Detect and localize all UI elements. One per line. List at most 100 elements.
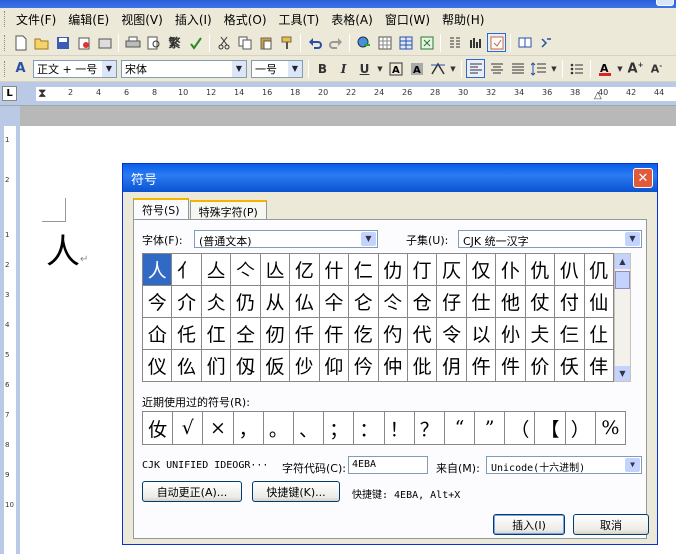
drawing-icon[interactable] [466, 33, 485, 52]
recent-symbol-cell[interactable]: 【 [535, 412, 566, 444]
bullets-icon[interactable] [567, 59, 586, 78]
symbol-cell[interactable]: 仓 [407, 286, 438, 318]
tab-special-characters[interactable]: 特殊字符(P) [189, 200, 267, 219]
symbol-cell[interactable]: 亽 [231, 254, 261, 286]
insert-excel-icon[interactable] [417, 33, 436, 52]
menu-tools[interactable]: 工具(T) [273, 9, 326, 30]
recent-symbol-cell[interactable]: % [596, 412, 625, 444]
symbol-cell[interactable]: 仦 [496, 318, 526, 350]
columns-icon[interactable] [445, 33, 464, 52]
symbol-cell[interactable]: 仃 [407, 254, 438, 286]
symbol-cell[interactable]: 仵 [466, 350, 497, 382]
shortcut-key-button[interactable]: 快捷键(K)... [252, 481, 340, 502]
recent-symbol-cell[interactable]: 㚢 [143, 412, 174, 444]
insert-table-icon[interactable] [396, 33, 415, 52]
symbol-cell[interactable]: 他 [496, 286, 526, 318]
symbol-cell[interactable]: 仆 [496, 254, 526, 286]
symbol-cell[interactable]: 亾 [260, 254, 291, 286]
menu-table[interactable]: 表格(A) [325, 9, 379, 30]
styles-pane-icon[interactable]: A [11, 59, 30, 78]
underline-button[interactable]: U [355, 59, 374, 78]
symbol-cell[interactable]: 仚 [143, 318, 173, 350]
symbol-cell[interactable]: 仩 [584, 318, 614, 350]
symbol-cell[interactable]: 仗 [525, 286, 556, 318]
symbol-cell[interactable]: 仫 [172, 350, 202, 382]
hyperlink-icon[interactable] [354, 33, 373, 52]
symbol-cell[interactable]: 仞 [260, 318, 291, 350]
symbol-cell[interactable]: 仑 [349, 286, 379, 318]
symbol-cell[interactable]: 件 [496, 350, 526, 382]
line-spacing-dropdown-icon[interactable]: ▼ [550, 59, 558, 78]
symbol-cell[interactable]: 仏 [290, 286, 320, 318]
font-select[interactable]: (普通文本) ▼ [194, 230, 378, 248]
document-map-icon[interactable] [487, 33, 506, 52]
char-scale-icon[interactable] [428, 59, 447, 78]
underline-dropdown-icon[interactable]: ▼ [376, 59, 384, 78]
insert-button[interactable]: 插入(I) [493, 514, 565, 535]
symbol-cell[interactable]: 仧 [525, 318, 556, 350]
symbol-cell[interactable]: 介 [172, 286, 202, 318]
recent-symbol-cell[interactable]: “ [445, 412, 476, 444]
align-center-icon[interactable] [487, 59, 506, 78]
symbol-cell[interactable]: 亼 [201, 254, 232, 286]
menu-insert[interactable]: 插入(I) [169, 9, 218, 30]
shrink-font-icon[interactable]: A- [647, 59, 666, 78]
symbol-cell[interactable]: 亻 [172, 254, 202, 286]
symbol-cell[interactable]: 仐 [319, 286, 350, 318]
symbol-cell[interactable]: 仟 [290, 318, 320, 350]
spelling-icon[interactable] [186, 33, 205, 52]
symbol-cell[interactable]: 人 [143, 254, 173, 286]
recent-symbol-cell[interactable]: 、 [294, 412, 325, 444]
symbol-cell[interactable]: 仡 [349, 318, 379, 350]
symbol-cell[interactable]: 仢 [378, 318, 408, 350]
symbol-cell[interactable]: 仁 [349, 254, 379, 286]
symbol-cell[interactable]: 仸 [555, 350, 585, 382]
paste-icon[interactable] [256, 33, 275, 52]
new-doc-icon[interactable] [11, 33, 30, 52]
subset-select[interactable]: CJK 统一汉字 ▼ [458, 230, 642, 248]
font-select[interactable]: 宋体 ▼ [121, 59, 247, 78]
recent-symbol-cell[interactable]: ！ [385, 412, 415, 444]
reading-icon[interactable] [515, 33, 534, 52]
recent-symbol-cell[interactable]: ” [475, 412, 506, 444]
symbol-cell[interactable]: 仇 [525, 254, 556, 286]
symbol-cell[interactable]: 仍 [231, 286, 261, 318]
symbol-cell[interactable]: 什 [319, 254, 350, 286]
dialog-title-bar[interactable]: 符号 ✕ [123, 164, 657, 192]
symbol-cell[interactable]: 今 [143, 286, 173, 318]
symbol-cell[interactable]: 仙 [584, 286, 614, 318]
menu-file[interactable]: 文件(F) [10, 9, 62, 30]
cancel-button[interactable]: 取消 [573, 514, 649, 535]
symbol-cell[interactable]: 仪 [143, 350, 173, 382]
symbol-cell[interactable]: 仝 [231, 318, 261, 350]
symbol-cell[interactable]: 仛 [172, 318, 202, 350]
italic-button[interactable]: I [334, 59, 353, 78]
recent-symbol-cell[interactable]: × [203, 412, 234, 444]
recent-symbol-cell[interactable]: ） [566, 412, 596, 444]
char-scale-dropdown-icon[interactable]: ▼ [449, 59, 457, 78]
symbol-cell[interactable]: 仔 [437, 286, 467, 318]
symbol-grid-scrollbar[interactable]: ▲ ▼ [614, 253, 631, 382]
copy-icon[interactable] [235, 33, 254, 52]
menu-view[interactable]: 视图(V) [115, 9, 169, 30]
symbol-cell[interactable]: 以 [466, 318, 497, 350]
print-icon[interactable] [123, 33, 142, 52]
redo-icon[interactable] [326, 33, 345, 52]
tables-borders-icon[interactable] [375, 33, 394, 52]
symbol-cell[interactable]: 仴 [437, 350, 467, 382]
symbol-cell[interactable]: 仰 [319, 350, 350, 382]
symbol-cell[interactable]: 仅 [466, 254, 497, 286]
format-painter-icon[interactable] [277, 33, 296, 52]
scroll-thumb[interactable] [615, 271, 630, 289]
tab-selector[interactable]: L [2, 86, 17, 101]
symbol-cell[interactable]: 仨 [555, 318, 585, 350]
symbol-cell[interactable]: 仄 [437, 254, 467, 286]
symbol-cell[interactable]: 代 [407, 318, 438, 350]
symbol-cell[interactable]: 仮 [260, 350, 291, 382]
recent-symbol-cell[interactable]: √ [173, 412, 204, 444]
font-color-icon[interactable]: A [595, 59, 614, 78]
grow-font-icon[interactable]: A+ [626, 59, 645, 78]
email-icon[interactable] [95, 33, 114, 52]
recent-symbol-cell[interactable]: 。 [264, 412, 294, 444]
size-select[interactable]: 一号 ▼ [251, 59, 303, 78]
